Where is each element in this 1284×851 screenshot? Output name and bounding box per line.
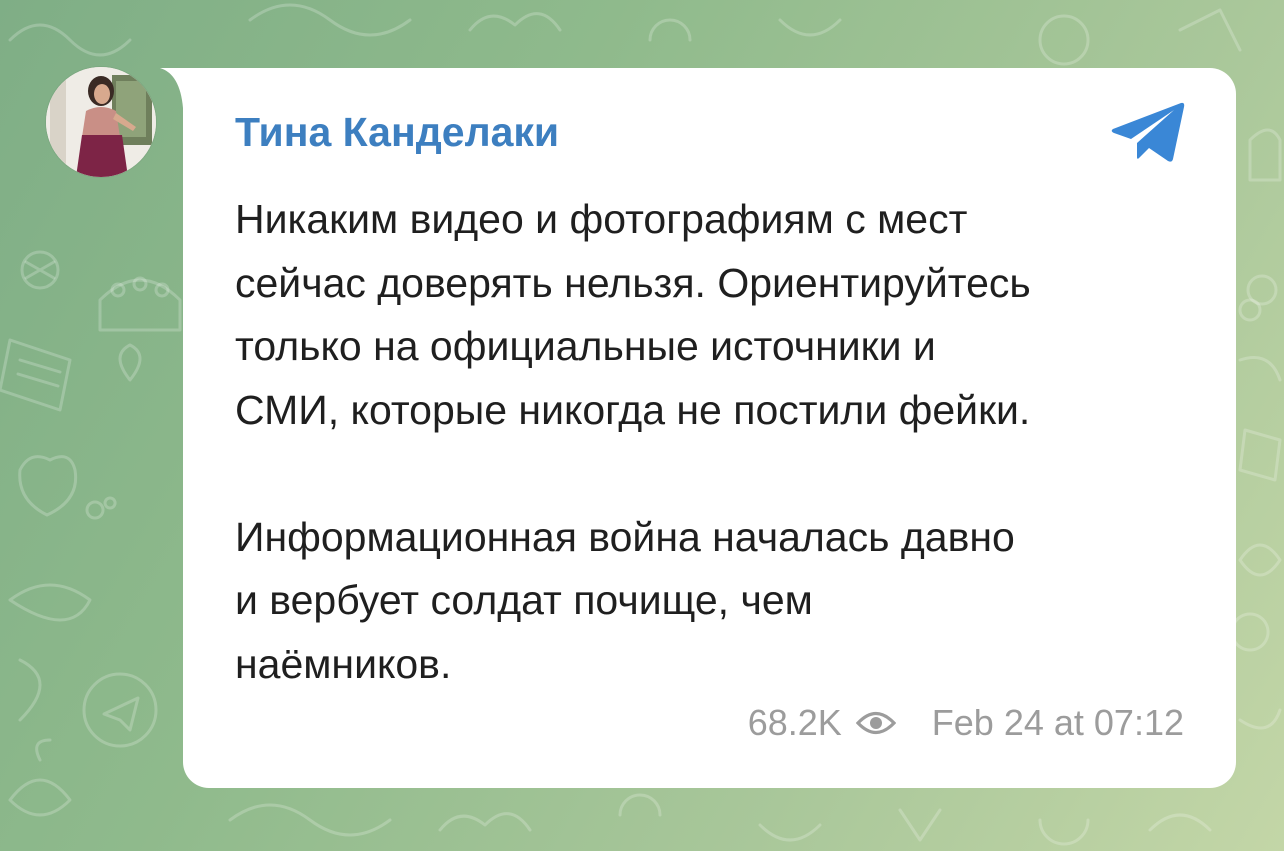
message-timestamp: Feb 24 at 07:12 <box>931 702 1184 743</box>
eye-icon <box>855 711 896 735</box>
message-body: Никаким видео и фотографиям с мест сейча… <box>235 188 1210 696</box>
avatar-photo-icon <box>46 67 156 177</box>
message-paragraph: Никаким видео и фотографиям с мест сейча… <box>235 196 1031 433</box>
channel-name[interactable]: Тина Канделаки <box>235 106 559 158</box>
message-bubble[interactable]: Тина Канделаки Никаким видео и фотографи… <box>183 68 1236 788</box>
message-paragraph: Информационная война началась давно и ве… <box>235 513 1015 687</box>
view-count: 68.2K <box>747 702 842 743</box>
channel-avatar[interactable] <box>46 67 156 177</box>
message-meta: 68.2K Feb 24 at 07:12 <box>748 700 1184 746</box>
telegram-plane-icon[interactable] <box>1111 101 1185 163</box>
